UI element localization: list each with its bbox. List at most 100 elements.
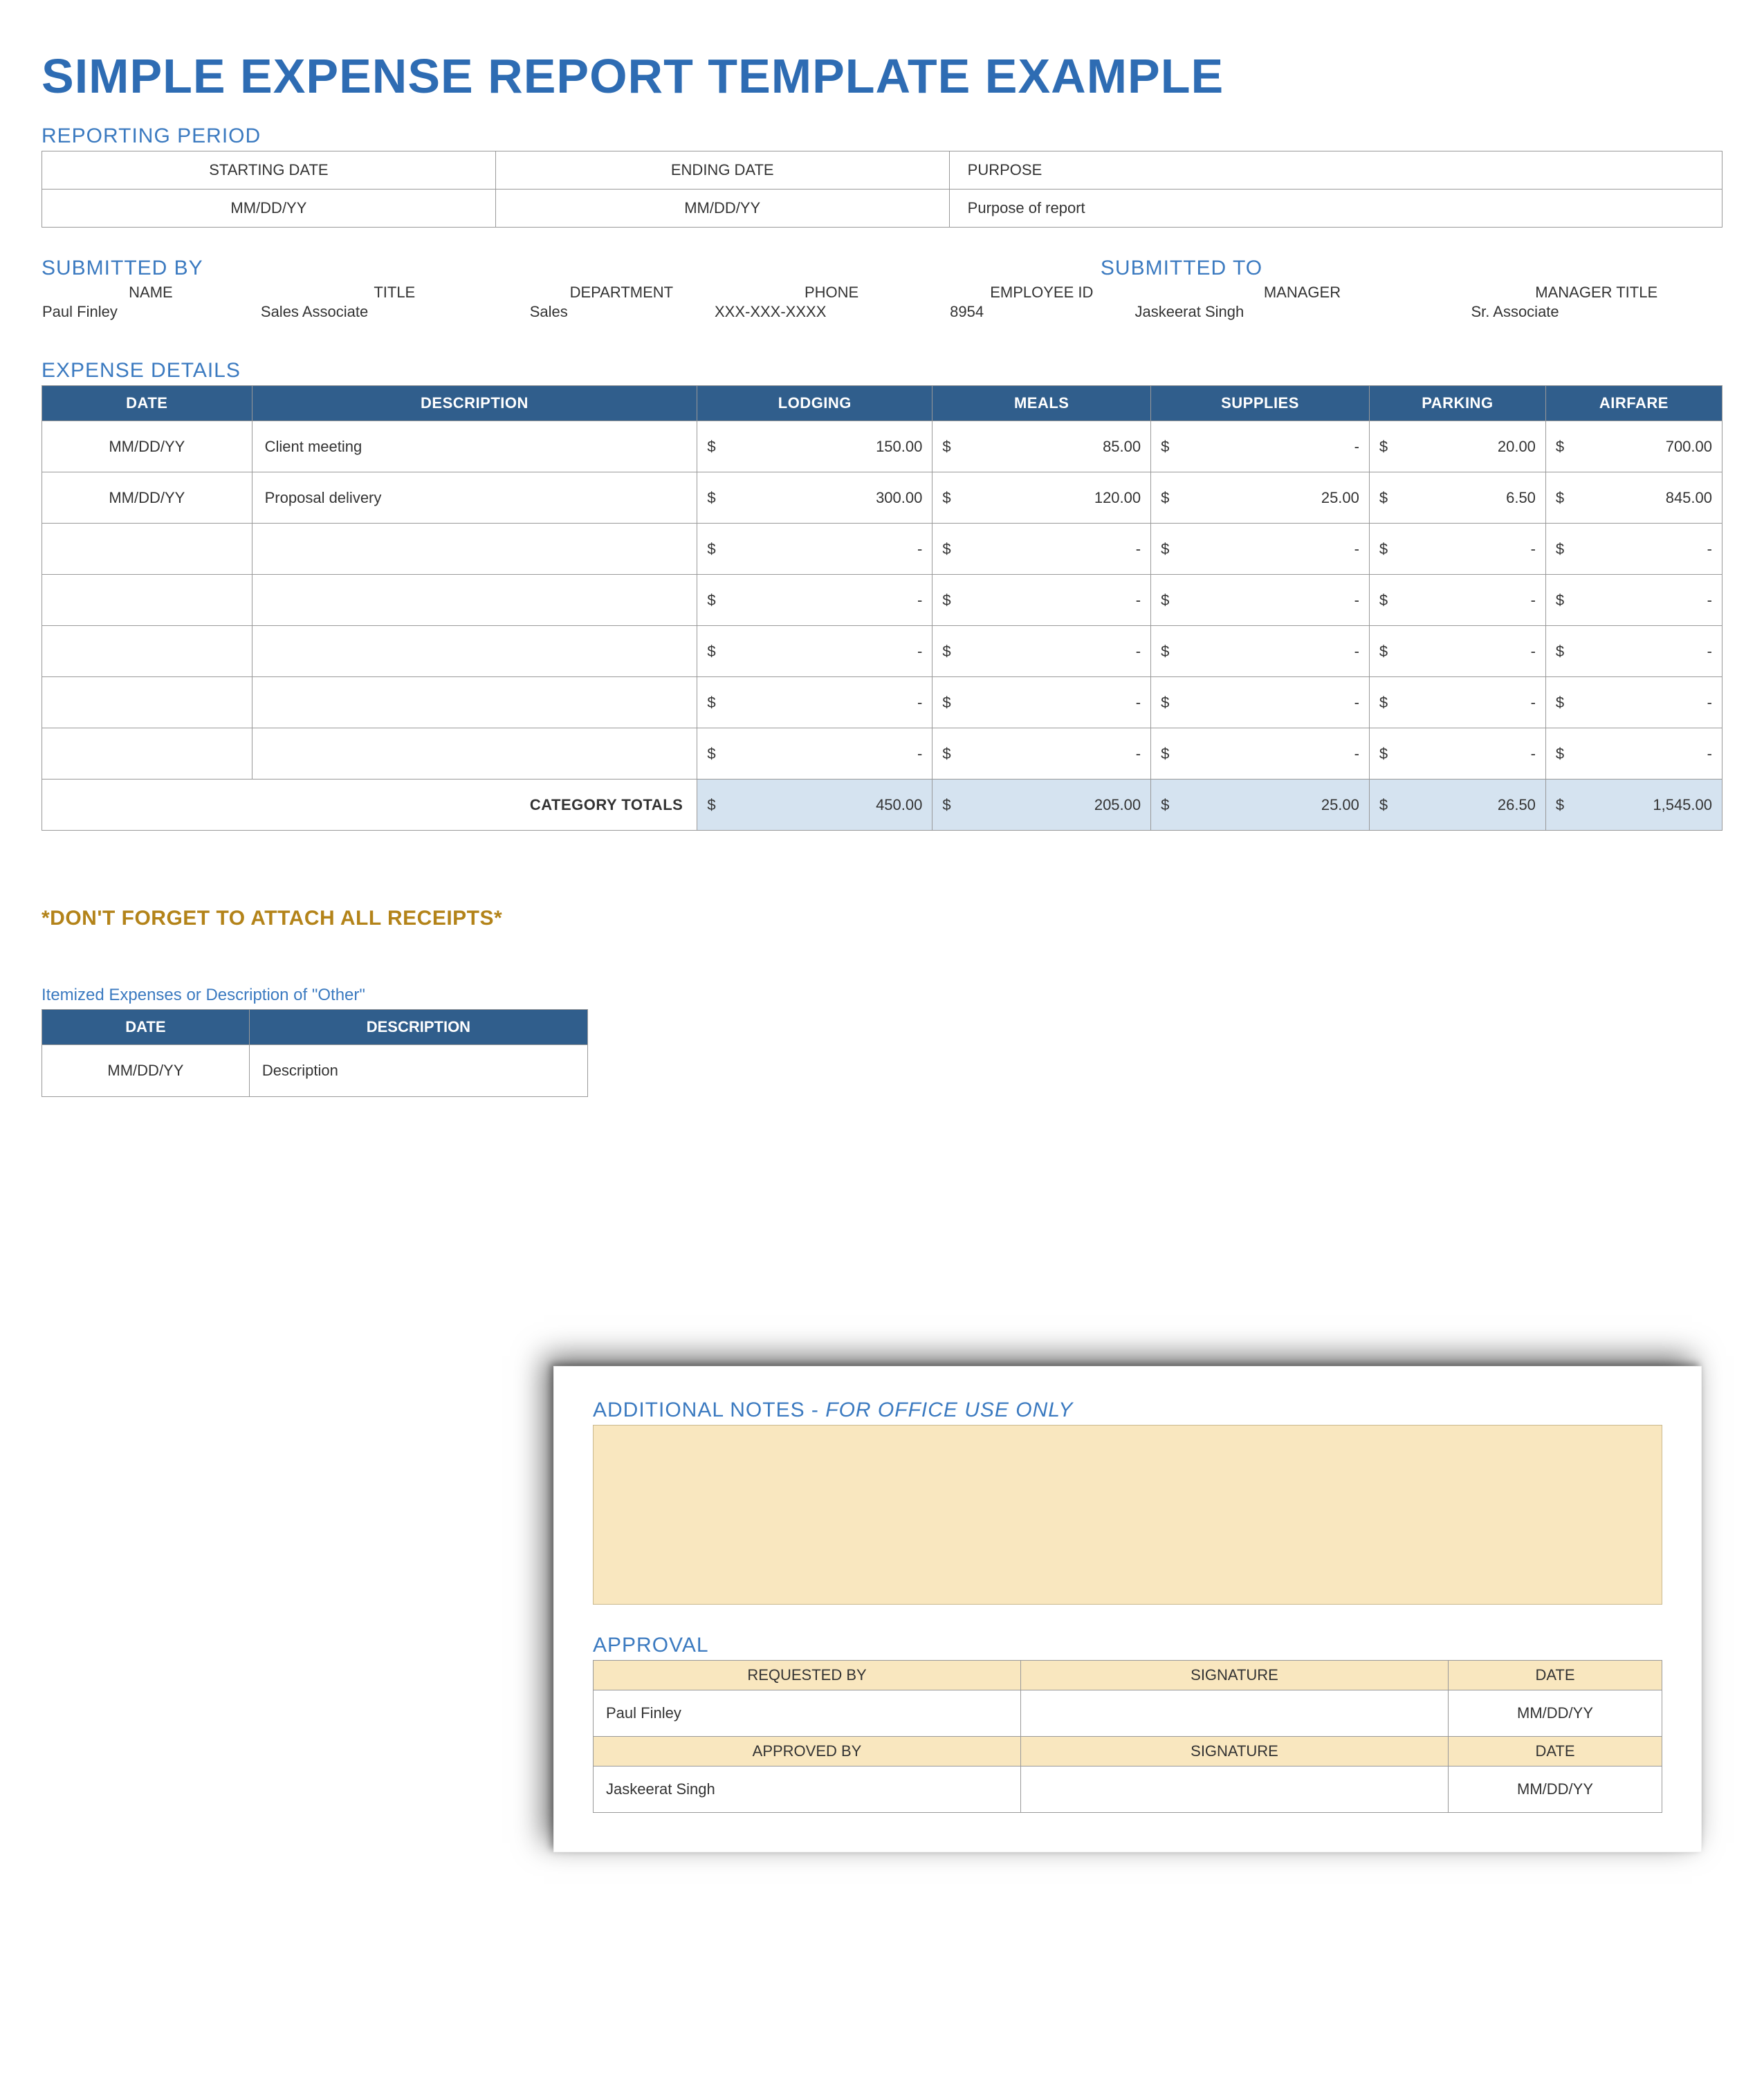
reporting-start-value[interactable]: MM/DD/YY bbox=[42, 190, 496, 228]
cell-date[interactable] bbox=[42, 575, 252, 626]
submitted-to-label: SUBMITTED TO bbox=[1101, 257, 1722, 280]
itemized-section: Itemized Expenses or Description of "Oth… bbox=[42, 986, 588, 1097]
col-dept: DEPARTMENT bbox=[529, 283, 714, 302]
approved-signature[interactable] bbox=[1021, 1767, 1449, 1813]
cell-parking[interactable]: $- bbox=[1369, 524, 1545, 575]
cell-parking[interactable]: $- bbox=[1369, 626, 1545, 677]
cell-meals[interactable]: $- bbox=[932, 626, 1151, 677]
total-meals: $205.00 bbox=[932, 780, 1151, 831]
cell-airfare[interactable]: $845.00 bbox=[1545, 472, 1722, 524]
totals-label: CATEGORY TOTALS bbox=[42, 780, 697, 831]
cell-parking[interactable]: $- bbox=[1369, 575, 1545, 626]
cell-meals[interactable]: $- bbox=[932, 728, 1151, 780]
cell-airfare[interactable]: $- bbox=[1545, 677, 1722, 728]
table-row: $-$-$-$-$- bbox=[42, 524, 1722, 575]
val-empid[interactable]: 8954 bbox=[949, 302, 1134, 322]
val-name[interactable]: Paul Finley bbox=[42, 302, 260, 322]
cell-airfare[interactable]: $- bbox=[1545, 524, 1722, 575]
cell-date[interactable]: MM/DD/YY bbox=[42, 472, 252, 524]
submitted-by-label: SUBMITTED BY bbox=[42, 257, 1101, 280]
requested-date[interactable]: MM/DD/YY bbox=[1449, 1690, 1662, 1737]
cell-desc[interactable] bbox=[252, 677, 697, 728]
col-signature-2: SIGNATURE bbox=[1021, 1737, 1449, 1767]
table-row: $-$-$-$-$- bbox=[42, 626, 1722, 677]
reporting-period-table: STARTING DATE ENDING DATE PURPOSE MM/DD/… bbox=[42, 151, 1722, 228]
cell-airfare[interactable]: $- bbox=[1545, 728, 1722, 780]
reporting-purpose-value[interactable]: Purpose of report bbox=[949, 190, 1722, 228]
cell-meals[interactable]: $120.00 bbox=[932, 472, 1151, 524]
reporting-end-value[interactable]: MM/DD/YY bbox=[495, 190, 949, 228]
val-title[interactable]: Sales Associate bbox=[260, 302, 529, 322]
col-manager: MANAGER bbox=[1134, 283, 1470, 302]
cell-desc[interactable] bbox=[252, 626, 697, 677]
cell-date[interactable] bbox=[42, 677, 252, 728]
expense-details-table: DATE DESCRIPTION LODGING MEALS SUPPLIES … bbox=[42, 385, 1722, 831]
col-phone: PHONE bbox=[714, 283, 949, 302]
cell-meals[interactable]: $- bbox=[932, 524, 1151, 575]
cell-airfare[interactable]: $- bbox=[1545, 626, 1722, 677]
col-desc: DESCRIPTION bbox=[252, 386, 697, 421]
additional-notes-box[interactable] bbox=[593, 1425, 1662, 1605]
approved-by-value[interactable]: Jaskeerat Singh bbox=[594, 1767, 1021, 1813]
cell-desc[interactable] bbox=[252, 728, 697, 780]
cell-airfare[interactable]: $700.00 bbox=[1545, 421, 1722, 472]
val-mgr-title[interactable]: Sr. Associate bbox=[1470, 302, 1722, 322]
cell-parking[interactable]: $20.00 bbox=[1369, 421, 1545, 472]
cell-supplies[interactable]: $25.00 bbox=[1151, 472, 1370, 524]
col-mgr-title: MANAGER TITLE bbox=[1470, 283, 1722, 302]
cell-date[interactable] bbox=[42, 626, 252, 677]
requested-signature[interactable] bbox=[1021, 1690, 1449, 1737]
approved-date[interactable]: MM/DD/YY bbox=[1449, 1767, 1662, 1813]
total-supplies: $25.00 bbox=[1151, 780, 1370, 831]
val-manager[interactable]: Jaskeerat Singh bbox=[1134, 302, 1470, 322]
cell-desc[interactable]: Client meeting bbox=[252, 421, 697, 472]
cell-supplies[interactable]: $- bbox=[1151, 626, 1370, 677]
total-airfare: $1,545.00 bbox=[1545, 780, 1722, 831]
table-row: $-$-$-$-$- bbox=[42, 677, 1722, 728]
reporting-start-header: STARTING DATE bbox=[42, 151, 496, 190]
cell-supplies[interactable]: $- bbox=[1151, 421, 1370, 472]
cell-lodging[interactable]: $- bbox=[697, 626, 932, 677]
cell-date[interactable]: MM/DD/YY bbox=[42, 421, 252, 472]
cell-meals[interactable]: $- bbox=[932, 575, 1151, 626]
val-dept[interactable]: Sales bbox=[529, 302, 714, 322]
expense-details-label: EXPENSE DETAILS bbox=[42, 359, 1722, 382]
itemized-col-desc: DESCRIPTION bbox=[249, 1010, 587, 1045]
itemized-desc[interactable]: Description bbox=[249, 1045, 587, 1097]
cell-supplies[interactable]: $- bbox=[1151, 728, 1370, 780]
cell-airfare[interactable]: $- bbox=[1545, 575, 1722, 626]
cell-desc[interactable] bbox=[252, 524, 697, 575]
cell-lodging[interactable]: $300.00 bbox=[697, 472, 932, 524]
val-phone[interactable]: XXX-XXX-XXXX bbox=[714, 302, 949, 322]
approval-section: APPROVAL REQUESTED BY SIGNATURE DATE Pau… bbox=[593, 1634, 1662, 1813]
col-date-2: DATE bbox=[1449, 1737, 1662, 1767]
itemized-col-date: DATE bbox=[42, 1010, 250, 1045]
col-date: DATE bbox=[42, 386, 252, 421]
itemized-date[interactable]: MM/DD/YY bbox=[42, 1045, 250, 1097]
cell-meals[interactable]: $85.00 bbox=[932, 421, 1151, 472]
cell-supplies[interactable]: $- bbox=[1151, 524, 1370, 575]
cell-lodging[interactable]: $150.00 bbox=[697, 421, 932, 472]
cell-date[interactable] bbox=[42, 728, 252, 780]
requested-by-value[interactable]: Paul Finley bbox=[594, 1690, 1021, 1737]
cell-desc[interactable]: Proposal delivery bbox=[252, 472, 697, 524]
cell-meals[interactable]: $- bbox=[932, 677, 1151, 728]
cell-supplies[interactable]: $- bbox=[1151, 575, 1370, 626]
table-row: $-$-$-$-$- bbox=[42, 575, 1722, 626]
cell-supplies[interactable]: $- bbox=[1151, 677, 1370, 728]
table-row: MM/DD/YYClient meeting$150.00$85.00$-$20… bbox=[42, 421, 1722, 472]
cell-parking[interactable]: $- bbox=[1369, 677, 1545, 728]
cell-lodging[interactable]: $- bbox=[697, 677, 932, 728]
col-supplies: SUPPLIES bbox=[1151, 386, 1370, 421]
cell-desc[interactable] bbox=[252, 575, 697, 626]
reporting-period-section: REPORTING PERIOD STARTING DATE ENDING DA… bbox=[42, 124, 1722, 228]
cell-parking[interactable]: $- bbox=[1369, 728, 1545, 780]
col-meals: MEALS bbox=[932, 386, 1151, 421]
cell-date[interactable] bbox=[42, 524, 252, 575]
cell-lodging[interactable]: $- bbox=[697, 575, 932, 626]
cell-parking[interactable]: $6.50 bbox=[1369, 472, 1545, 524]
cell-lodging[interactable]: $- bbox=[697, 728, 932, 780]
col-parking: PARKING bbox=[1369, 386, 1545, 421]
expense-details-section: EXPENSE DETAILS DATE DESCRIPTION LODGING… bbox=[42, 359, 1722, 831]
cell-lodging[interactable]: $- bbox=[697, 524, 932, 575]
